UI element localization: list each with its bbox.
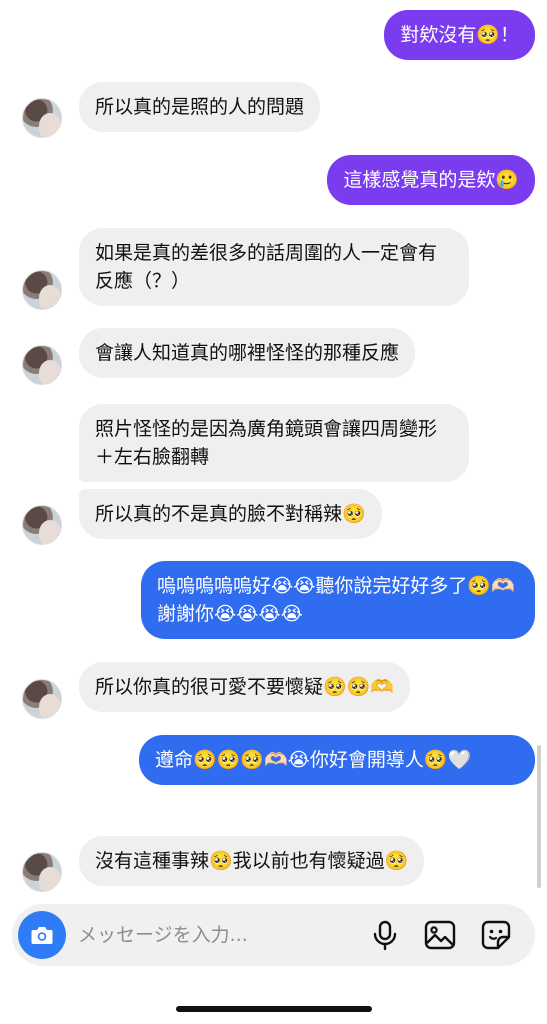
home-indicator[interactable] bbox=[176, 1006, 372, 1012]
message-bubble-sent[interactable]: 嗚嗚嗚嗚嗚好😭😭聽你說完好好多了🥺🫶🏻謝謝你😭😭😭😭 bbox=[141, 561, 535, 639]
message-bubble-sent[interactable]: 對欸沒有🥺！ bbox=[384, 10, 535, 60]
contact-avatar[interactable] bbox=[22, 270, 62, 310]
message-thread[interactable]: 對欸沒有🥺！ 所以真的是照的人的問題 這樣感覺真的是欸🥲 如果是真的差很多的話周… bbox=[0, 0, 547, 900]
camera-icon bbox=[31, 927, 53, 944]
microphone-button[interactable] bbox=[368, 918, 402, 952]
contact-avatar[interactable] bbox=[22, 679, 62, 719]
message-bubble-received[interactable]: 如果是真的差很多的話周圍的人一定會有反應（？） bbox=[79, 228, 469, 306]
message-composer bbox=[12, 904, 535, 966]
contact-avatar[interactable] bbox=[22, 98, 62, 138]
message-bubble-received[interactable]: 會讓人知道真的哪裡怪怪的那種反應 bbox=[79, 328, 416, 378]
sticker-button[interactable] bbox=[479, 918, 513, 952]
sticker-icon bbox=[481, 920, 511, 950]
message-bubble-received[interactable]: 沒有這種事辣🥺我以前也有懷疑過🥺 bbox=[79, 836, 425, 886]
message-bubble-received[interactable]: 所以你真的很可愛不要懷疑🥺🥺🫶 bbox=[79, 662, 410, 712]
camera-button[interactable] bbox=[18, 911, 66, 959]
contact-avatar[interactable] bbox=[22, 852, 62, 892]
message-bubble-sent[interactable]: 遵命🥺🥺🥺🫶🏻😭你好會開導人🥺🤍 bbox=[139, 735, 535, 785]
message-input[interactable] bbox=[78, 919, 358, 951]
microphone-icon bbox=[373, 920, 397, 951]
gallery-icon bbox=[424, 920, 456, 950]
contact-avatar[interactable] bbox=[22, 505, 62, 545]
gallery-button[interactable] bbox=[423, 918, 457, 952]
message-bubble-received[interactable]: 所以真的是照的人的問題 bbox=[79, 82, 321, 132]
scrollbar[interactable] bbox=[537, 745, 541, 888]
message-bubble-sent[interactable]: 這樣感覺真的是欸🥲 bbox=[327, 155, 535, 205]
message-bubble-received[interactable]: 所以真的不是真的臉不對稱辣🥺 bbox=[79, 489, 382, 539]
message-bubble-received[interactable]: 照片怪怪的是因為廣角鏡頭會讓四周變形＋左右臉翻轉 bbox=[79, 404, 469, 482]
contact-avatar[interactable] bbox=[22, 345, 62, 385]
